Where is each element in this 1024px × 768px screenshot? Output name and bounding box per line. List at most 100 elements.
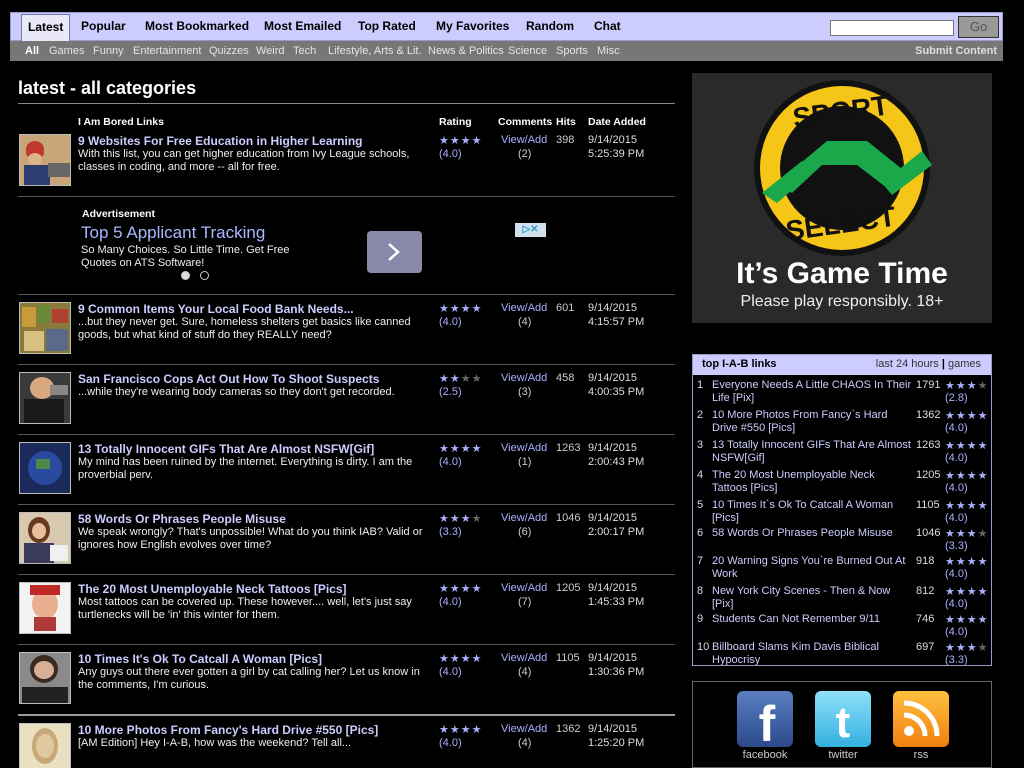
- thumbnail-image[interactable]: [19, 652, 71, 704]
- column-header-comments[interactable]: Comments: [498, 116, 552, 128]
- comments-link[interactable]: View/Add: [501, 723, 547, 735]
- rating-stars[interactable]: ★★★★: [945, 527, 988, 540]
- tab-top-rated[interactable]: Top Rated: [358, 13, 416, 40]
- link-title[interactable]: 58 Words Or Phrases People Misuse: [78, 512, 286, 526]
- rss-icon[interactable]: [893, 691, 949, 747]
- rank-number: 7: [697, 555, 704, 567]
- rating-stars[interactable]: ★★★★: [439, 442, 482, 455]
- comments-link[interactable]: View/Add: [501, 372, 547, 384]
- thumbnail-image[interactable]: [19, 512, 71, 564]
- rating-stars[interactable]: ★★★★: [439, 512, 482, 525]
- top-link-title[interactable]: New York City Scenes - Then & Now [Pix]: [712, 585, 912, 611]
- column-header-rating[interactable]: Rating: [439, 116, 472, 128]
- category-weird[interactable]: Weird: [256, 41, 285, 61]
- tab-most-emailed[interactable]: Most Emailed: [264, 13, 341, 40]
- category-entertainment[interactable]: Entertainment: [133, 41, 201, 61]
- rss-link[interactable]: rss: [893, 749, 949, 761]
- thumbnail-image[interactable]: [19, 442, 71, 494]
- thumbnail-image[interactable]: [19, 134, 71, 186]
- rating-value: (4.0): [945, 482, 968, 494]
- category-news-politics[interactable]: News & Politics: [428, 41, 504, 61]
- twitter-icon[interactable]: t: [815, 691, 871, 747]
- category-sports[interactable]: Sports: [556, 41, 588, 61]
- thumbnail-image[interactable]: [19, 372, 71, 424]
- link-row: 9 Websites For Free Education in Higher …: [18, 134, 675, 197]
- rating-stars[interactable]: ★★★★: [439, 652, 482, 665]
- games-link[interactable]: games: [948, 358, 981, 370]
- tab-popular[interactable]: Popular: [81, 13, 126, 40]
- top-link-title[interactable]: Everyone Needs A Little CHAOS In Their L…: [712, 379, 912, 405]
- category-quizzes[interactable]: Quizzes: [209, 41, 249, 61]
- hit-count: 1263: [556, 442, 581, 454]
- search-input[interactable]: [830, 20, 954, 36]
- rating-stars[interactable]: ★★★★: [945, 409, 988, 422]
- top-link-title[interactable]: 58 Words Or Phrases People Misuse: [712, 527, 912, 540]
- tab-most-bookmarked[interactable]: Most Bookmarked: [145, 13, 249, 40]
- rating-stars[interactable]: ★★★★: [945, 469, 988, 482]
- time-added: 5:25:39 PM: [588, 148, 645, 160]
- tab-latest[interactable]: Latest: [21, 14, 71, 41]
- rating-stars[interactable]: ★★★★: [439, 372, 482, 385]
- comments-link[interactable]: View/Add: [501, 134, 547, 146]
- link-title[interactable]: 9 Websites For Free Education in Higher …: [78, 134, 363, 148]
- column-header-date[interactable]: Date Added: [588, 116, 646, 128]
- top-link-title[interactable]: 10 Times It`s Ok To Catcall A Woman [Pic…: [712, 499, 912, 525]
- category-science[interactable]: Science: [508, 41, 547, 61]
- rating-stars[interactable]: ★★★★: [439, 302, 482, 315]
- ad-title[interactable]: Top 5 Applicant Tracking: [81, 223, 265, 243]
- category-lifestyle[interactable]: Lifestyle, Arts & Lit.: [328, 41, 422, 61]
- top-link-title[interactable]: Billboard Slams Kim Davis Biblical Hypoc…: [712, 641, 912, 665]
- tab-chat[interactable]: Chat: [594, 13, 621, 40]
- rating-stars[interactable]: ★★★★: [439, 723, 482, 736]
- category-all[interactable]: All: [25, 41, 39, 61]
- comments-link[interactable]: View/Add: [501, 582, 547, 594]
- category-tech[interactable]: Tech: [293, 41, 316, 61]
- ad-next-button[interactable]: [367, 231, 422, 273]
- rating-stars[interactable]: ★★★★: [439, 582, 482, 595]
- rating-stars[interactable]: ★★★★: [439, 134, 482, 147]
- rating-stars[interactable]: ★★★★: [945, 439, 988, 452]
- facebook-icon[interactable]: f: [737, 691, 793, 752]
- category-games[interactable]: Games: [49, 41, 84, 61]
- link-title[interactable]: The 20 Most Unemployable Neck Tattoos [P…: [78, 582, 347, 596]
- link-title[interactable]: 10 Times It's Ok To Catcall A Woman [Pic…: [78, 652, 322, 666]
- carousel-dot[interactable]: [200, 271, 209, 280]
- link-title[interactable]: 13 Totally Innocent GIFs That Are Almost…: [78, 442, 374, 456]
- facebook-link[interactable]: facebook: [737, 749, 793, 761]
- link-title[interactable]: 9 Common Items Your Local Food Bank Need…: [78, 302, 354, 316]
- tab-my-favorites[interactable]: My Favorites: [436, 13, 509, 40]
- thumbnail-image[interactable]: [19, 302, 71, 354]
- twitter-link[interactable]: twitter: [815, 749, 871, 761]
- top-link-title[interactable]: 13 Totally Innocent GIFs That Are Almost…: [712, 439, 912, 465]
- rating-stars[interactable]: ★★★★: [945, 499, 988, 512]
- rating-stars[interactable]: ★★★★: [945, 641, 988, 654]
- top-link-title[interactable]: Students Can Not Remember 9/11: [712, 613, 912, 626]
- tab-random[interactable]: Random: [526, 13, 574, 40]
- comments-link[interactable]: View/Add: [501, 302, 547, 314]
- link-title[interactable]: 10 More Photos From Fancy's Hard Drive #…: [78, 723, 378, 737]
- carousel-dot-active[interactable]: [181, 271, 190, 280]
- adchoices-icon[interactable]: ▷✕: [515, 223, 546, 237]
- category-misc[interactable]: Misc: [597, 41, 620, 61]
- thumbnail-image[interactable]: [19, 582, 71, 634]
- last-24-hours-link[interactable]: last 24 hours: [876, 358, 939, 370]
- link-title[interactable]: San Francisco Cops Act Out How To Shoot …: [78, 372, 379, 386]
- sport-select-banner-ad[interactable]: SPORT SELECT It’s Game Time Please play …: [692, 73, 992, 323]
- rating-stars[interactable]: ★★★★: [945, 555, 988, 568]
- top-links-filters: last 24 hours | games: [876, 358, 981, 370]
- submit-content-link[interactable]: Submit Content: [915, 41, 997, 61]
- top-link-title[interactable]: 20 Warning Signs You`re Burned Out At Wo…: [712, 555, 912, 581]
- rating-stars[interactable]: ★★★★: [945, 585, 988, 598]
- comments-link[interactable]: View/Add: [501, 512, 547, 524]
- column-header-hits[interactable]: Hits: [556, 116, 576, 128]
- top-link-title[interactable]: The 20 Most Unemployable Neck Tattoos [P…: [712, 469, 912, 495]
- rating-stars[interactable]: ★★★★: [945, 613, 988, 626]
- comments-link[interactable]: View/Add: [501, 652, 547, 664]
- top-link-title[interactable]: 10 More Photos From Fancy`s Hard Drive #…: [712, 409, 912, 435]
- thumbnail-image[interactable]: [19, 723, 71, 768]
- comment-count: (7): [518, 596, 532, 608]
- category-funny[interactable]: Funny: [93, 41, 124, 61]
- comments-link[interactable]: View/Add: [501, 442, 547, 454]
- go-button[interactable]: Go: [958, 16, 999, 38]
- rating-stars[interactable]: ★★★★: [945, 379, 988, 392]
